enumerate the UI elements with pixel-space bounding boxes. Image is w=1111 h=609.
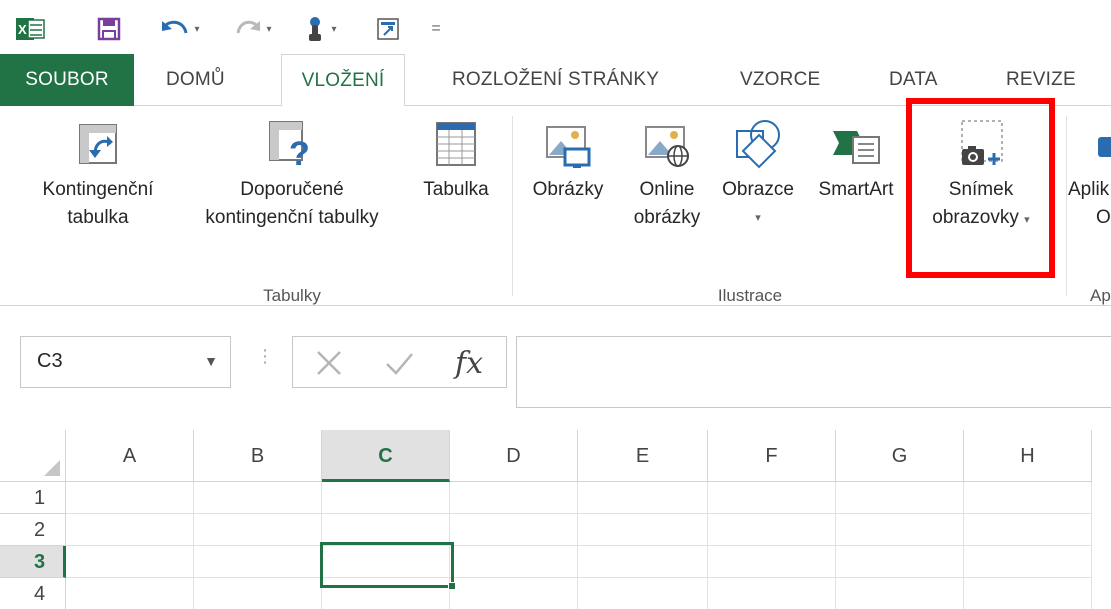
name-box[interactable]: C3 ▼ — [20, 336, 231, 388]
pictures-icon — [518, 112, 618, 176]
cell-d3[interactable] — [450, 546, 578, 578]
select-all-corner[interactable] — [0, 430, 66, 482]
row-header-1[interactable]: 1 — [0, 482, 66, 514]
group-separator — [512, 116, 513, 296]
name-box-dropdown-icon[interactable]: ▼ — [204, 353, 218, 369]
formula-buttons: fx — [292, 336, 507, 388]
cell-e3[interactable] — [578, 546, 708, 578]
cell-e4[interactable] — [578, 578, 708, 609]
cell-f3[interactable] — [708, 546, 836, 578]
tab-domu[interactable]: DOMŮ — [166, 54, 225, 106]
save-icon[interactable] — [94, 16, 124, 42]
apps-icon — [1066, 112, 1111, 176]
cell-h4[interactable] — [964, 578, 1092, 609]
shapes-dropdown-icon[interactable]: ▾ — [712, 204, 804, 232]
smartart-button[interactable]: SmartArt — [806, 112, 906, 204]
cell-g2[interactable] — [836, 514, 964, 546]
recommended-pivot-icon: ? — [176, 112, 408, 176]
cell-c1[interactable] — [322, 482, 450, 514]
cell-f4[interactable] — [708, 578, 836, 609]
cell-g3[interactable] — [836, 546, 964, 578]
cell-a1[interactable] — [66, 482, 194, 514]
screenshot-highlight-box — [906, 98, 1055, 278]
cell-h1[interactable] — [964, 482, 1092, 514]
cell-a2[interactable] — [66, 514, 194, 546]
cell-f2[interactable] — [708, 514, 836, 546]
cell-b4[interactable] — [194, 578, 322, 609]
quick-access-toolbar: X ▾ ▾ ▾ = — [0, 0, 1111, 54]
cell-d1[interactable] — [450, 482, 578, 514]
svg-text:?: ? — [289, 135, 310, 169]
column-header-f[interactable]: F — [708, 430, 836, 482]
column-header-g[interactable]: G — [836, 430, 964, 482]
row-header-3[interactable]: 3 — [0, 546, 66, 578]
table-button[interactable]: Tabulka — [410, 112, 502, 204]
undo-dropdown-icon[interactable]: ▾ — [194, 24, 199, 35]
name-box-value: C3 — [37, 350, 63, 372]
online-pictures-button[interactable]: Online obrázky — [622, 112, 712, 232]
group-label-ilustrace: Ilustrace — [717, 286, 783, 305]
pivot-table-button[interactable]: Kontingenční tabulka — [28, 112, 168, 232]
column-header-h[interactable]: H — [964, 430, 1092, 482]
group-label-apps: Ap — [1090, 286, 1111, 305]
column-header-b[interactable]: B — [194, 430, 322, 482]
cell-g1[interactable] — [836, 482, 964, 514]
smartart-icon — [806, 112, 906, 176]
formula-bar: C3 ▼ ⋮ fx — [0, 306, 1111, 418]
recommended-pivot-button[interactable]: ? Doporučené kontingenční tabulky — [176, 112, 408, 232]
cell-f1[interactable] — [708, 482, 836, 514]
cell-b2[interactable] — [194, 514, 322, 546]
formula-input[interactable] — [516, 336, 1111, 408]
cell-h2[interactable] — [964, 514, 1092, 546]
cell-g4[interactable] — [836, 578, 964, 609]
tab-soubor[interactable]: SOUBOR — [0, 54, 134, 106]
cell-d2[interactable] — [450, 514, 578, 546]
enter-icon[interactable] — [371, 341, 427, 385]
apps-for-office-button[interactable]: Aplik O — [1066, 112, 1111, 232]
group-label-tabulky: Tabulky — [263, 286, 321, 305]
shapes-icon — [712, 112, 804, 176]
redo-icon[interactable]: ▾ — [228, 16, 278, 42]
cell-b3[interactable] — [194, 546, 322, 578]
cancel-icon[interactable] — [301, 341, 357, 385]
excel-logo-icon: X — [14, 16, 48, 42]
active-cell-c3[interactable] — [320, 542, 456, 590]
cell-b1[interactable] — [194, 482, 322, 514]
pivot-table-icon — [28, 112, 168, 176]
pictures-button[interactable]: Obrázky — [518, 112, 618, 204]
column-header-e[interactable]: E — [578, 430, 708, 482]
cell-h3[interactable] — [964, 546, 1092, 578]
form-icon[interactable] — [372, 16, 404, 42]
tab-vzorce[interactable]: VZORCE — [740, 54, 820, 106]
column-header-a[interactable]: A — [66, 430, 194, 482]
touch-mode-dropdown-icon[interactable]: ▾ — [331, 24, 336, 35]
column-header-c[interactable]: C — [322, 430, 450, 482]
undo-icon[interactable]: ▾ — [150, 16, 210, 42]
row-header-4[interactable]: 4 — [0, 578, 66, 609]
touch-mode-icon[interactable]: ▾ — [290, 16, 350, 42]
row-header-2[interactable]: 2 — [0, 514, 66, 546]
resize-handle-icon[interactable]: ⋮ — [256, 346, 274, 367]
online-pictures-icon — [622, 112, 712, 176]
cell-d4[interactable] — [450, 578, 578, 609]
fill-handle[interactable] — [448, 582, 456, 590]
column-header-d[interactable]: D — [450, 430, 578, 482]
tab-rozlozeni-stranky[interactable]: ROZLOŽENÍ STRÁNKY — [452, 54, 659, 106]
redo-dropdown-icon[interactable]: ▾ — [266, 24, 271, 35]
cell-e2[interactable] — [578, 514, 708, 546]
shapes-button[interactable]: Obrazce ▾ — [712, 112, 804, 232]
worksheet-grid: A B C D E F G H 1 2 3 4 — [0, 418, 1111, 609]
tab-vlozeni[interactable]: VLOŽENÍ — [281, 54, 405, 107]
cell-a3[interactable] — [66, 546, 194, 578]
insert-function-icon[interactable]: fx — [441, 341, 497, 385]
table-icon — [410, 112, 502, 176]
cell-e1[interactable] — [578, 482, 708, 514]
cell-a4[interactable] — [66, 578, 194, 609]
svg-text:X: X — [18, 22, 27, 37]
customize-qat-icon[interactable]: = — [426, 16, 446, 42]
